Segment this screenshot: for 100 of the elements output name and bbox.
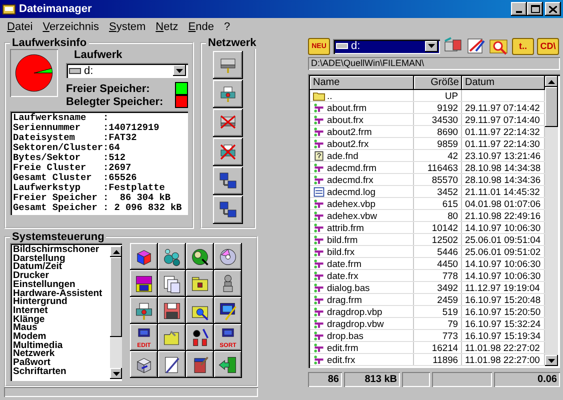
network-button[interactable] xyxy=(213,51,243,79)
control-panel-button[interactable] xyxy=(158,351,186,378)
temp-folder-button[interactable]: t.. xyxy=(512,38,534,54)
control-panel-button[interactable] xyxy=(130,270,158,297)
network-button[interactable] xyxy=(213,138,243,166)
list-item[interactable]: Datum/Zeit xyxy=(13,263,110,272)
scrollbar[interactable] xyxy=(545,76,558,366)
file-name-cell: about.frx xyxy=(310,114,414,125)
file-count: 86 xyxy=(308,372,342,387)
drive-detail-line: Sektoren/Cluster:64 xyxy=(13,143,121,153)
file-size-cell: 3492 xyxy=(414,282,462,293)
minimize-button[interactable] xyxy=(511,2,527,16)
menu-item[interactable]: Verzeichnis xyxy=(38,20,104,32)
list-item[interactable]: Paßwort xyxy=(13,359,110,368)
list-item[interactable]: Maus xyxy=(13,324,110,334)
control-panel-button[interactable] xyxy=(130,297,158,324)
control-panel-button[interactable] xyxy=(214,351,242,378)
list-item[interactable]: Bildschirmschoner xyxy=(13,246,110,255)
control-panel-button[interactable] xyxy=(214,243,242,270)
scroll-thumb[interactable] xyxy=(110,257,122,337)
control-panel-button[interactable] xyxy=(130,351,158,378)
file-name-cell: about2.frx xyxy=(310,138,414,149)
file-size-cell: 79 xyxy=(414,318,462,329)
file-size-cell: 80 xyxy=(414,210,462,221)
drive-dropdown[interactable]: d: xyxy=(333,38,440,54)
form-file-icon xyxy=(313,258,325,268)
control-panel-button[interactable] xyxy=(214,297,242,324)
drive-dropdown[interactable]: d: xyxy=(66,63,188,78)
network-button[interactable] xyxy=(213,167,243,195)
form-file-icon xyxy=(313,234,325,244)
form-file-icon xyxy=(313,114,325,124)
control-panel-button[interactable] xyxy=(158,324,186,351)
list-item[interactable]: Hardware-Assistent xyxy=(13,290,110,298)
scroll-down-icon xyxy=(548,358,555,362)
column-header[interactable]: Datum xyxy=(462,76,545,90)
column-header[interactable]: Name xyxy=(310,76,414,90)
network-button[interactable] xyxy=(213,196,243,224)
group-title: Laufwerksinfo xyxy=(11,37,88,49)
file-size-cell: 85570 xyxy=(414,174,462,185)
list-item[interactable]: Schriftarten xyxy=(13,368,110,377)
scroll-up-icon xyxy=(548,80,555,84)
list-item[interactable]: Darstellung xyxy=(13,254,110,264)
file-name-cell: edit.frm xyxy=(310,342,414,353)
menu-item[interactable]: System xyxy=(104,20,151,32)
edit-tool-button[interactable] xyxy=(466,37,486,55)
group-title: Netzwerk xyxy=(207,37,258,49)
app-icon xyxy=(2,2,16,16)
path-field: D:\ADE\QuellWin\FILEMAN\ xyxy=(308,57,560,70)
scroll-thumb[interactable] xyxy=(545,87,558,127)
file-size-cell: 116463 xyxy=(414,162,462,173)
list-item[interactable]: Klänge xyxy=(13,316,110,324)
menu-item[interactable]: Netz xyxy=(150,20,184,32)
list-item[interactable]: Internet xyxy=(13,306,110,316)
form-file-icon xyxy=(313,210,325,220)
control-panel-button[interactable] xyxy=(158,270,186,297)
file-name-cell: bild.frm xyxy=(310,234,414,245)
control-panel-button[interactable] xyxy=(130,243,158,270)
total-size: 813 kB xyxy=(344,372,400,387)
form-file-icon xyxy=(313,306,325,316)
file-size-cell: 519 xyxy=(414,306,462,317)
drive-icon xyxy=(69,66,81,74)
menu-item[interactable]: Datei xyxy=(2,20,38,32)
menu-item[interactable]: Ende xyxy=(183,20,219,32)
search-button[interactable] xyxy=(489,37,509,55)
file-name-cell: drop.bas xyxy=(310,330,414,341)
file-size-cell: 16214 xyxy=(414,342,462,353)
list-item[interactable]: Drucker xyxy=(13,272,110,281)
file-name-cell: date.frx xyxy=(310,270,414,281)
control-panel-button[interactable] xyxy=(186,324,214,351)
file-name-cell: dragdrop.vbw xyxy=(310,318,414,329)
close-button[interactable] xyxy=(545,2,561,16)
drive-detail-line: Laufwerksname : xyxy=(13,113,110,123)
cd-folder-button[interactable]: CD\ xyxy=(537,38,559,54)
form-file-icon xyxy=(313,198,325,208)
file-size-cell: 778 xyxy=(414,270,462,281)
control-panel-button[interactable] xyxy=(186,243,214,270)
list-item[interactable]: Netzwerk xyxy=(13,350,110,360)
control-panel-button[interactable] xyxy=(186,270,214,297)
menu-item[interactable]: ? xyxy=(219,20,236,32)
dropdown-arrow-icon xyxy=(176,68,183,72)
help-file-icon xyxy=(313,150,325,160)
form-file-icon xyxy=(313,138,325,148)
control-panel-button[interactable] xyxy=(158,243,186,270)
control-panel-button[interactable] xyxy=(186,351,214,378)
list-item[interactable]: Einstellungen xyxy=(13,280,110,290)
control-panel-button[interactable] xyxy=(214,270,242,297)
scrollbar[interactable] xyxy=(110,246,122,379)
control-panel-button[interactable] xyxy=(158,297,186,324)
list-item[interactable]: Modem xyxy=(13,333,110,342)
drive-detail-line: Dateisystem :FAT32 xyxy=(13,133,138,143)
network-button[interactable] xyxy=(213,80,243,108)
maximize-button[interactable] xyxy=(527,2,543,16)
drive-label: Laufwerk xyxy=(74,49,124,61)
status-pane xyxy=(432,372,492,387)
network-button[interactable] xyxy=(213,109,243,137)
column-header[interactable]: Größe xyxy=(414,76,462,90)
control-panel-button[interactable] xyxy=(186,297,214,324)
computers-icon xyxy=(218,171,238,191)
list-item[interactable]: Hintergrund xyxy=(13,298,110,307)
list-item[interactable]: Multimedia xyxy=(13,342,110,350)
